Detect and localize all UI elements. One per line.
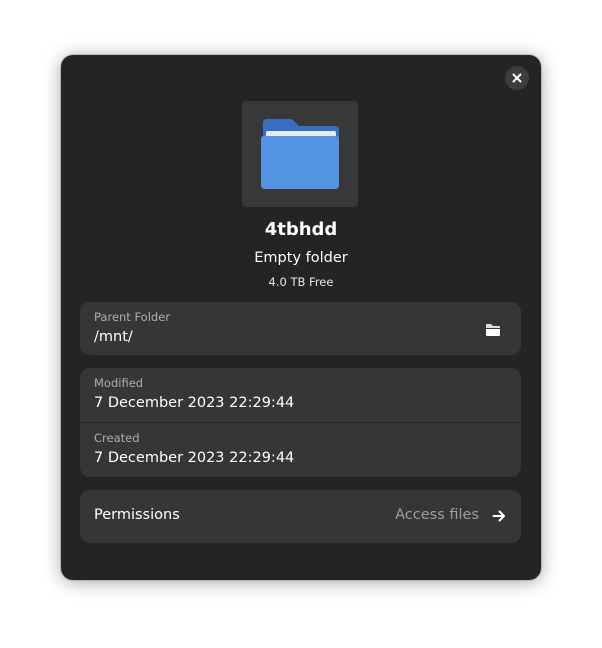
modified-label: Modified (94, 376, 144, 390)
open-parent-folder-button[interactable] (479, 316, 507, 344)
parent-folder-value: /mnt/ (94, 329, 133, 345)
folder-description: Empty folder (254, 250, 348, 266)
created-label: Created (94, 431, 140, 445)
folder-icon (261, 119, 339, 189)
free-space: 4.0 TB Free (268, 275, 334, 289)
folder-name: 4tbhdd (264, 219, 338, 240)
permissions-row[interactable]: Permissions Access files (80, 490, 521, 543)
close-icon (512, 73, 522, 83)
modified-row: Modified 7 December 2023 22:29:44 (80, 368, 521, 422)
close-button[interactable] (505, 66, 529, 90)
timestamps-card: Modified 7 December 2023 22:29:44 Create… (80, 368, 521, 477)
folder-icon-container (242, 101, 358, 207)
open-folder-icon (486, 324, 500, 336)
permissions-label: Permissions (94, 507, 180, 523)
created-row: Created 7 December 2023 22:29:44 (80, 423, 521, 477)
properties-dialog: 4tbhdd Empty folder 4.0 TB Free Parent F… (61, 55, 541, 580)
parent-folder-label: Parent Folder (94, 310, 171, 324)
parent-folder-row[interactable]: Parent Folder /mnt/ (80, 302, 521, 355)
permissions-value: Access files (395, 507, 479, 523)
modified-value: 7 December 2023 22:29:44 (94, 395, 295, 411)
arrow-right-icon (492, 510, 505, 522)
created-value: 7 December 2023 22:29:44 (94, 450, 295, 466)
